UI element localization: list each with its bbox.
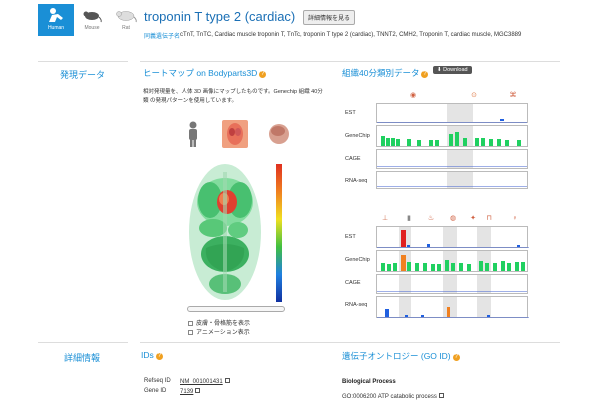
row-label-rnaseq: RNA-seq (345, 178, 368, 184)
species-tab-mouse[interactable]: Mouse (74, 4, 110, 36)
chart-rnaseq-top (376, 171, 528, 189)
synonyms-text: cTnT, TnTC, Cardiac muscle troponin T, T… (180, 32, 522, 38)
biological-process-title: Biological Process (342, 379, 396, 385)
refseq-link[interactable]: NM_001001431 (180, 378, 230, 385)
help-icon[interactable]: ? (421, 71, 429, 78)
divider (38, 61, 128, 62)
chart-cage-top (376, 149, 528, 169)
species-label: Rat (122, 25, 130, 31)
species-tab-rat[interactable]: Rat (108, 4, 144, 36)
go-title: 遺伝子オントロジー (GO ID)? (342, 351, 460, 361)
chart-est-bottom (376, 226, 529, 248)
page-title: troponin T type 2 (cardiac) (144, 9, 296, 24)
heatmap-description: 相対発現量を、人体 3D 画像にマップしたものです。Genechip 組織 40… (143, 89, 323, 104)
tissue-title: 組織40分類別データ? (342, 68, 429, 78)
external-link-icon (195, 388, 201, 393)
human-icon (49, 8, 63, 22)
head-icon (269, 124, 289, 144)
rat-icon (116, 11, 137, 23)
checkbox-icon[interactable] (188, 321, 193, 326)
species-label: Human (47, 25, 65, 31)
chart-rnaseq-bottom (376, 296, 529, 318)
tissue-icon[interactable]: ▮ (404, 214, 414, 224)
row-label-cage: CAGE (345, 280, 361, 286)
help-icon[interactable]: ? (155, 353, 163, 360)
divider (140, 61, 560, 62)
view-head-button[interactable] (266, 120, 292, 148)
download-button[interactable]: ⬇ Download (433, 66, 472, 74)
checkbox-skin[interactable]: 皮膚・骨格筋を表示 (188, 318, 250, 327)
external-link-icon (438, 393, 444, 398)
tissue-icon[interactable]: ◍ (448, 214, 458, 224)
go-item-link[interactable]: GO:0006200 ATP catabolic process (342, 393, 444, 400)
divider (140, 342, 560, 343)
section-label-expression: 発現データ (60, 70, 106, 80)
help-icon[interactable]: ? (452, 354, 460, 361)
gene-id-link[interactable]: 7139 (180, 388, 201, 395)
divider (38, 342, 128, 343)
external-link-icon (224, 378, 230, 383)
row-label-genechip: GeneChip (345, 257, 370, 263)
row-label-est: EST (345, 110, 356, 116)
tissue-icon[interactable]: ⌘ (508, 91, 518, 101)
gene-id-label: Gene ID (144, 388, 167, 394)
chart-genechip-bottom (376, 250, 528, 272)
row-label-est: EST (345, 234, 356, 240)
chart-est-top (376, 103, 528, 123)
row-label-rnaseq: RNA-seq (345, 302, 368, 308)
tissue-icon[interactable]: ⊓ (484, 214, 494, 224)
chart-genechip-top (376, 125, 528, 147)
torso-icon (227, 123, 243, 145)
checkbox-animation[interactable]: アニメーション表示 (188, 327, 250, 336)
detail-button[interactable]: 詳細情報を見る (303, 10, 356, 25)
section-label-details: 詳細情報 (64, 353, 101, 363)
ids-title: IDs? (141, 350, 163, 360)
tissue-icon[interactable]: ♨ (426, 214, 436, 224)
body-heatmap-image (189, 164, 261, 300)
species-tab-human[interactable]: Human (38, 4, 74, 36)
view-front-button[interactable] (180, 120, 206, 148)
row-label-genechip: GeneChip (345, 133, 370, 139)
row-label-cage: CAGE (345, 156, 361, 162)
tissue-icon[interactable]: ◉ (408, 91, 418, 101)
person-icon (189, 121, 197, 147)
rotation-slider[interactable] (187, 306, 285, 312)
mouse-icon (83, 11, 102, 23)
heatmap-title: ヒートマップ on Bodyparts3D? (143, 68, 267, 78)
refseq-label: Refseq ID (144, 378, 171, 384)
tissue-icon[interactable]: ⊙ (469, 91, 479, 101)
species-label: Mouse (84, 25, 100, 31)
tissue-icon[interactable]: ⊥ (380, 214, 390, 224)
synonyms-label: 同義遺伝子名 (144, 34, 181, 40)
download-icon: ⬇ (437, 67, 442, 73)
checkbox-icon[interactable] (188, 330, 193, 335)
help-icon[interactable]: ? (259, 71, 267, 78)
color-scale (276, 164, 282, 302)
chart-cage-bottom (376, 274, 528, 294)
view-organs-button[interactable] (222, 120, 248, 148)
tissue-icon[interactable]: ✦ (468, 214, 478, 224)
tissue-icon[interactable]: ♀ (510, 214, 520, 224)
